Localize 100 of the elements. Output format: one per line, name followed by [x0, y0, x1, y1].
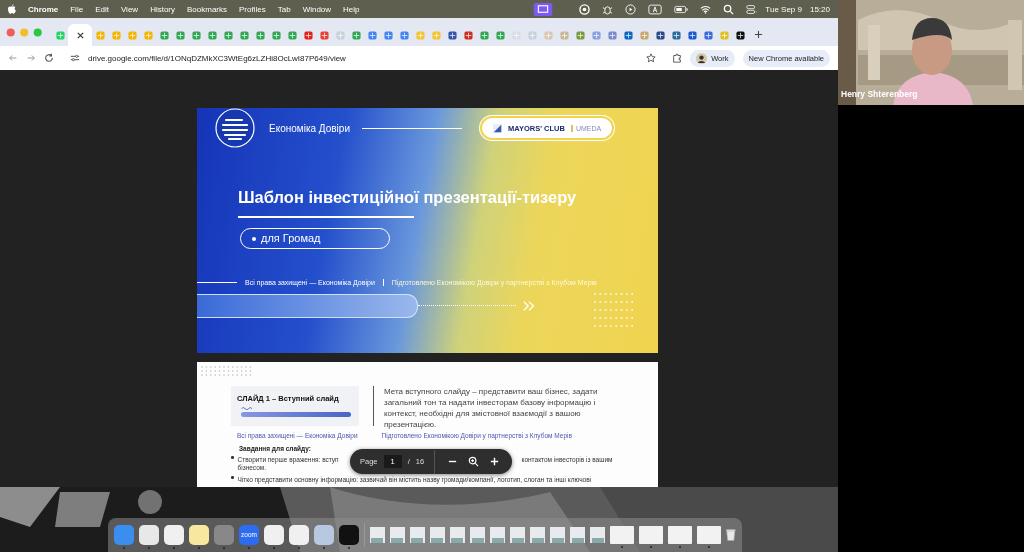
menu-item[interactable]: Bookmarks	[187, 4, 228, 14]
screen-share-icon[interactable]	[533, 2, 554, 16]
favicon-icon	[175, 30, 185, 40]
menu-item[interactable]: Profiles	[239, 4, 266, 14]
slide-description: Мета вступного слайду – представити ваш бізнес, задати загальний тон та надати інвесторам базову інформацію і контекст, необхідні для змістовної взаємодії з вашою презентацією.	[384, 386, 599, 430]
menu-item[interactable]: Edit	[95, 4, 109, 14]
search-icon[interactable]	[723, 3, 735, 15]
favicon-icon	[543, 30, 553, 40]
app-icon[interactable]	[289, 524, 309, 545]
favicon-icon	[223, 30, 233, 40]
bullet-icon	[231, 456, 234, 459]
favicon-icon	[575, 30, 585, 40]
double-chevron-icon	[522, 299, 536, 312]
favicon-icon	[159, 30, 169, 40]
favicon-icon	[351, 30, 361, 40]
zoom-icon[interactable]	[468, 456, 480, 467]
favicon-icon	[447, 30, 457, 40]
app-icon[interactable]	[164, 524, 184, 545]
window-thumbnail[interactable]	[570, 527, 586, 543]
favicon-icon	[479, 30, 489, 40]
favicon-icon	[671, 30, 681, 40]
menu-item[interactable]: File	[70, 4, 84, 14]
favicon-icon	[287, 30, 297, 40]
app-icon[interactable]	[264, 524, 284, 545]
favicon-icon	[383, 30, 393, 40]
favicon-icon	[127, 30, 137, 40]
battery-icon[interactable]	[674, 3, 689, 15]
favicon-icon	[559, 30, 569, 40]
favicon-icon	[607, 30, 617, 40]
favicon-icon	[367, 30, 377, 40]
favicon-icon	[511, 30, 521, 40]
address-field[interactable]: drive.google.com/file/d/1ONqDZMkXC3WtEg6zLZHi8OcLwI87P649/view	[62, 48, 665, 68]
menu-item[interactable]: Tab	[277, 4, 291, 14]
forward-icon[interactable]	[26, 53, 36, 63]
input-source-icon[interactable]	[648, 3, 663, 15]
favicon-icon	[111, 30, 121, 40]
apple-icon[interactable]	[8, 4, 16, 14]
bug-icon[interactable]	[602, 3, 614, 15]
menu-item[interactable]: History	[150, 4, 175, 14]
url-text: drive.google.com/file/d/1ONqDZMkXC3WtEg6zLZHi8OcLwI87P649/view	[88, 53, 346, 63]
favicon-icon	[415, 30, 425, 40]
site-settings-icon[interactable]	[70, 53, 80, 63]
app-icon[interactable]	[189, 524, 209, 545]
window-thumbnail[interactable]	[490, 527, 506, 543]
close-icon[interactable]	[75, 30, 85, 40]
favicon-icon	[335, 30, 345, 40]
new-tab-icon[interactable]	[754, 29, 763, 39]
wifi-icon[interactable]	[700, 3, 712, 15]
favicon-icon	[719, 30, 729, 40]
extensions-icon[interactable]	[672, 53, 683, 63]
favicon-icon	[639, 30, 649, 40]
favicon-icon	[687, 30, 697, 40]
favicon-icon	[255, 30, 265, 40]
favicon-icon	[495, 30, 505, 40]
window-thumbnail[interactable]	[550, 527, 566, 543]
participant-name: Henry Shterenberg	[841, 89, 918, 99]
favicon-icon	[735, 30, 745, 40]
triangle-logo-icon	[492, 123, 502, 133]
circle-icon[interactable]	[579, 3, 591, 15]
app-icon[interactable]	[314, 524, 334, 545]
menu-item[interactable]: View	[120, 4, 139, 14]
favicon-icon	[239, 30, 249, 40]
favicon-icon	[271, 30, 281, 40]
app-icon[interactable]	[339, 524, 359, 545]
favicon-icon	[655, 30, 665, 40]
window-thumbnail[interactable]	[590, 527, 606, 543]
menu-app-name[interactable]: Chrome	[28, 4, 59, 14]
play-icon[interactable]	[625, 3, 637, 15]
favicon-icon	[703, 30, 713, 40]
star-icon[interactable]	[646, 53, 657, 63]
menu-item[interactable]: Window	[302, 4, 332, 14]
wave-icon	[241, 405, 255, 410]
favicon-icon	[191, 30, 201, 40]
window-thumbnail[interactable]	[470, 527, 486, 543]
window-thumbnail[interactable]	[510, 527, 526, 543]
app-icon[interactable]	[139, 524, 159, 545]
globe-logo-icon	[215, 108, 255, 148]
favicon-icon	[143, 30, 153, 40]
favicon-icon	[319, 30, 329, 40]
favicon-icon	[55, 30, 65, 40]
back-icon[interactable]	[8, 53, 18, 63]
avatar-icon	[696, 52, 708, 64]
control-center-icon[interactable]	[746, 3, 758, 15]
favicon-icon	[207, 30, 217, 40]
menu-item[interactable]: Help	[343, 4, 360, 14]
favicon-icon	[95, 30, 105, 40]
reload-icon[interactable]	[44, 53, 54, 63]
brand-title: Економіка Довіри	[269, 122, 350, 134]
menu-bar-time[interactable]: 15:20	[809, 4, 830, 14]
favicon-icon	[463, 30, 473, 40]
favicon-icon	[399, 30, 409, 40]
zoom-in-icon[interactable]	[489, 456, 501, 467]
favicon-icon	[591, 30, 601, 40]
dot-grid-icon	[200, 365, 254, 377]
favicon-icon	[303, 30, 313, 40]
menu-bar-date[interactable]: Tue Sep 9	[765, 4, 802, 14]
window-thumbnail[interactable]	[530, 527, 546, 543]
favicon-icon	[431, 30, 441, 40]
favicon-icon	[527, 30, 537, 40]
favicon-icon	[623, 30, 633, 40]
